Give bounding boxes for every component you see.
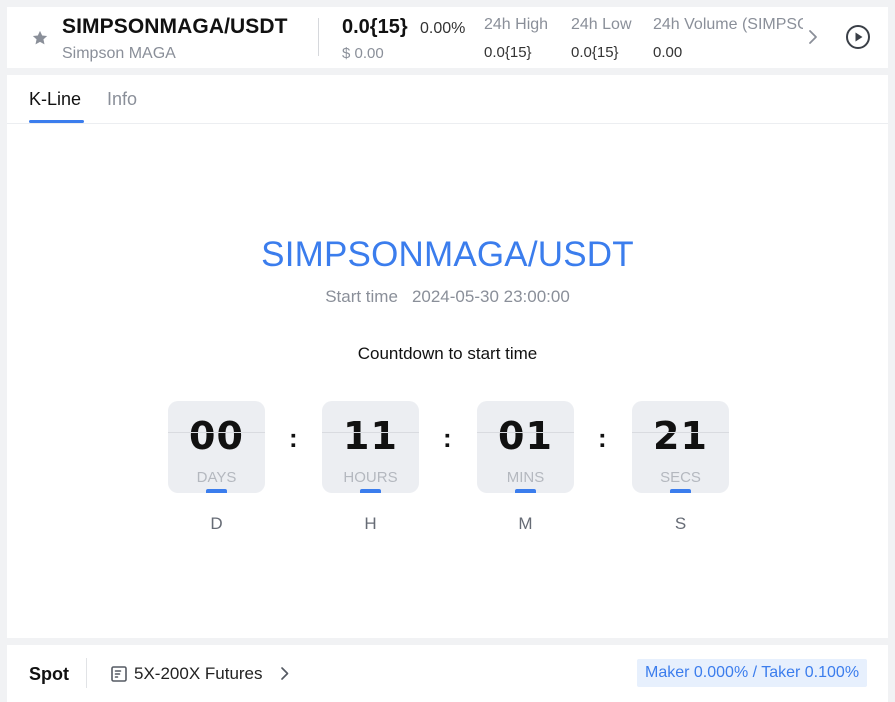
futures-doc-icon (111, 666, 127, 682)
countdown-letter-h: H (364, 514, 377, 533)
countdown-secs-unit: SECS (660, 469, 701, 486)
star-icon[interactable] (31, 29, 49, 47)
countdown-hours-unit: HOURS (343, 469, 398, 486)
countdown-letter-s: S (674, 514, 687, 533)
chevron-right-icon[interactable] (807, 29, 819, 45)
stat-label-low: 24h Low (571, 16, 632, 33)
stat-value-volume: 0.00 (653, 44, 683, 61)
countdown-hours: 11 HOURS (322, 401, 419, 493)
countdown-secs: 21 SECS (632, 401, 729, 493)
countdown-days-unit: DAYS (196, 469, 237, 486)
chevron-right-icon[interactable] (280, 666, 290, 681)
price-usd: $ 0.00 (342, 45, 384, 62)
chart-panel: K-Line Info SIMPSONMAGA/USDT Start time 2… (7, 75, 888, 638)
launch-pair-title: SIMPSONMAGA/USDT (261, 235, 634, 274)
countdown-separator: : (289, 423, 298, 453)
start-time-value: 2024-05-30 23:00:00 (411, 287, 570, 306)
price-change: 0.00% (420, 20, 466, 37)
start-time-row: Start time 2024-05-30 23:00:00 (7, 287, 888, 307)
stat-label-high: 24h High (484, 16, 549, 33)
pair-title: SIMPSONMAGA/USDT (62, 15, 288, 38)
panel-tabs: K-Line Info (7, 75, 888, 124)
tab-info[interactable]: Info (107, 89, 137, 110)
footer-divider (86, 658, 87, 688)
countdown-letter-d: D (210, 514, 223, 533)
last-price: 0.0{15} (342, 16, 408, 38)
play-circle-icon[interactable] (845, 24, 871, 50)
spot-tab[interactable]: Spot (29, 664, 69, 685)
countdown-days-value: 00 (189, 414, 244, 458)
futures-link[interactable]: 5X-200X Futures (134, 664, 263, 684)
countdown-days: 00 DAYS (168, 401, 265, 493)
stat-label-volume: 24h Volume (SIMPSONMAGA) (653, 16, 803, 33)
header-divider (318, 18, 319, 56)
countdown-title: Countdown to start time (357, 344, 538, 363)
fee-badge: Maker 0.000% / Taker 0.100% (637, 659, 868, 687)
tab-kline[interactable]: K-Line (29, 89, 81, 110)
stat-value-high: 0.0{15} (484, 44, 532, 61)
countdown-letter-m: M (518, 514, 533, 533)
countdown-secs-value: 21 (653, 414, 708, 458)
countdown-separator: : (443, 423, 452, 453)
countdown-hours-value: 11 (343, 414, 398, 458)
countdown-mins-unit: MINS (506, 469, 545, 486)
countdown-separator: : (598, 423, 607, 453)
start-time-label: Start time (325, 287, 398, 306)
active-tab-indicator (29, 120, 84, 123)
market-header: SIMPSONMAGA/USDT Simpson MAGA 0.0{15} 0.… (7, 7, 888, 68)
token-name: Simpson MAGA (62, 45, 176, 62)
stat-value-low: 0.0{15} (571, 44, 619, 61)
countdown-mins: 01 MINS (477, 401, 574, 493)
stat-label-volume-wrap: 24h Volume (SIMPSONMAGA) (653, 16, 803, 38)
countdown-mins-value: 01 (498, 414, 553, 458)
trade-footer: Spot 5X-200X Futures Maker 0.000% / Take… (7, 645, 888, 702)
